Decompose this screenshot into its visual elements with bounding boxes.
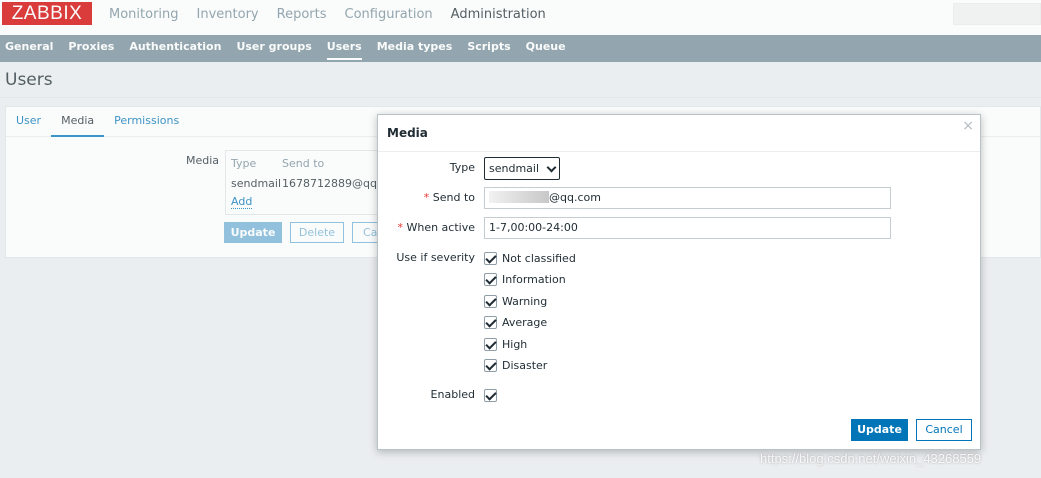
- send-to-value: @qq.com: [549, 191, 601, 204]
- checkbox-checked-icon[interactable]: [484, 294, 497, 308]
- severity-option-label: Disaster: [502, 358, 548, 372]
- when-active-label: * When active: [365, 221, 475, 234]
- type-label: Type: [449, 161, 475, 174]
- checkbox-checked-icon[interactable]: [484, 337, 497, 351]
- dialog-cancel-button[interactable]: Cancel: [916, 419, 972, 441]
- type-select-value: sendmail: [489, 162, 540, 175]
- severity-high[interactable]: High: [484, 336, 527, 352]
- type-select[interactable]: sendmail: [484, 157, 560, 180]
- severity-information[interactable]: Information: [484, 271, 566, 287]
- send-to-label-text: Send to: [432, 191, 475, 204]
- severity-option-label: High: [502, 337, 528, 351]
- redacted-text: [489, 191, 549, 203]
- watermark-text: https://blog.csdn.net/weixin_43268559: [760, 451, 982, 466]
- severity-not-classified[interactable]: Not classified: [484, 250, 576, 266]
- dialog-title: Media: [387, 126, 428, 140]
- severity-option-label: Average: [502, 315, 548, 329]
- checkbox-checked-icon[interactable]: [484, 358, 497, 372]
- severity-warning[interactable]: Warning: [484, 293, 547, 309]
- enabled-label: Enabled: [430, 388, 475, 401]
- dialog-header-divider: [378, 151, 980, 152]
- checkbox-checked-icon[interactable]: [484, 251, 497, 265]
- severity-option-label: Not classified: [502, 251, 576, 265]
- severity-option-label: Information: [502, 272, 566, 286]
- severity-average[interactable]: Average: [484, 314, 547, 330]
- when-active-value: 1-7,00:00-24:00: [489, 221, 578, 234]
- enabled-checkbox-row[interactable]: [484, 387, 497, 403]
- checkbox-checked-icon[interactable]: [484, 272, 497, 286]
- send-to-input[interactable]: @qq.com: [484, 187, 891, 209]
- severity-disaster[interactable]: Disaster: [484, 357, 547, 373]
- checkbox-checked-icon[interactable]: [484, 388, 497, 402]
- chevron-down-icon: [546, 162, 557, 173]
- send-to-label: * Send to: [365, 191, 475, 204]
- checkbox-checked-icon[interactable]: [484, 315, 497, 329]
- dialog-update-button[interactable]: Update: [851, 419, 908, 441]
- severity-option-label: Warning: [502, 294, 548, 308]
- required-mark: *: [397, 221, 403, 234]
- required-mark: *: [423, 191, 430, 204]
- when-active-label-text: When active: [406, 221, 475, 234]
- severity-label: Use if severity: [396, 251, 475, 264]
- close-icon[interactable]: ×: [962, 118, 974, 134]
- when-active-input[interactable]: 1-7,00:00-24:00: [484, 217, 891, 239]
- media-dialog: Media × Type sendmail * Send to @qq.com …: [377, 114, 981, 450]
